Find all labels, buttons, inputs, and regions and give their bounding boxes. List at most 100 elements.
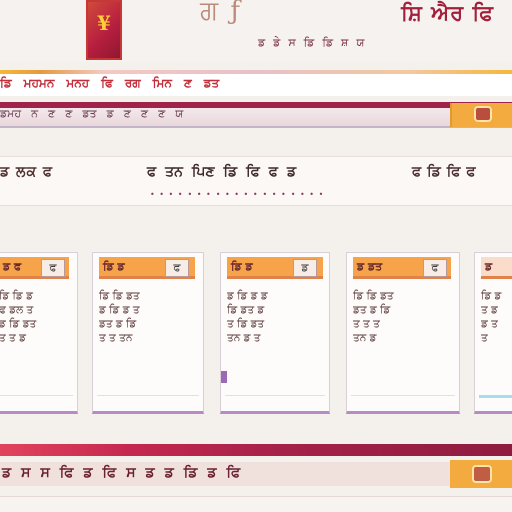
header-link[interactable]: ਡਿ [304, 36, 315, 50]
header-link[interactable]: ਯ [356, 36, 364, 50]
sub-bar-item[interactable]: ਣ [65, 107, 72, 121]
footer-item[interactable]: ਡ [207, 465, 216, 481]
card-header: ਡ ਫ [481, 257, 512, 279]
cart-icon [472, 465, 492, 483]
footer-item[interactable]: ਫਿ [60, 465, 74, 481]
card-line: ਡਿ ਡਿ ਡਤ [353, 290, 394, 302]
footer-item[interactable]: ਸ [21, 465, 30, 481]
filter-item[interactable]: ਪਿਣ [191, 164, 216, 180]
filter-right: ਫ ਡਿ ਫਿ ਫ [412, 164, 476, 180]
card-badge: ਫ [423, 259, 447, 277]
filter-dot-group: • • • • [290, 190, 325, 199]
filter-item[interactable]: ਡ [286, 164, 297, 180]
header-links: ਡ ਡੇ ਸ ਡਿ ਡਿ ਸ਼ ਯ [258, 36, 364, 50]
card-line: ਤ ਤ ਤ [353, 318, 380, 330]
card-badge: ਡ [293, 259, 317, 277]
filter-items: ਫ ਤਨ ਪਿਣ ਡਿ ਫਿ ਫ ਡ [146, 164, 297, 180]
product-card[interactable]: ਡ ਫ ਫ ਡਿ ਡਿ ਡ ਫ ਡਲ ਤ ਡ ਡਿ ਡਤ ਤ ਤ ਡ [0, 252, 78, 414]
card-line: ਤ ਡ [481, 304, 498, 316]
card-line: ਡਿ ਡਤ ਡ [227, 304, 265, 316]
header-link[interactable]: ਸ [288, 36, 295, 50]
filter-right-item[interactable]: ਫ [466, 164, 475, 180]
nav-item[interactable]: ਮਨਹ [66, 76, 89, 91]
sub-bar-item[interactable]: ਣ [48, 107, 55, 121]
filter-item[interactable]: ਫ [146, 164, 157, 180]
logo-mark: ¥ [97, 11, 111, 35]
footer-item[interactable]: ਡ [165, 465, 174, 481]
nav-item[interactable]: ਮਿਨ [153, 76, 172, 91]
sub-bar-item[interactable]: ਣ [158, 107, 165, 121]
card-line: ਤ ਤ ਡ [0, 332, 26, 344]
sub-bar-button[interactable] [450, 103, 512, 127]
header-link[interactable]: ਡ [258, 36, 265, 50]
sub-bar-item[interactable]: ਣ [124, 107, 131, 121]
product-card[interactable]: ਡਿ ਡ ਡ ਡ ਡਿ ਡ ਡ ਡਿ ਡਤ ਡ ਤ ਡਿ ਡਤ ਤਨ ਡ ਤ [220, 252, 330, 414]
filter-item[interactable]: ਫ [268, 164, 279, 180]
nav-stripe [0, 70, 512, 74]
sub-bar-item[interactable]: ਣ [141, 107, 148, 121]
card-header-label: ਡ ਫ [3, 260, 22, 273]
card-line: ਡਿ ਡਿ ਡਤ [99, 290, 140, 302]
sub-bar-item[interactable]: ਡ [107, 107, 114, 121]
filter-dots: • • • • • • • • • • • • • • • • • • • [150, 190, 324, 199]
card-footer [97, 395, 199, 405]
footer-item[interactable]: ਡਿ [184, 465, 198, 481]
card-line: ਫ ਡਲ ਤ [0, 304, 34, 316]
card-badge: ਫ [41, 259, 65, 277]
footer-button[interactable] [450, 460, 512, 488]
filter-right-item[interactable]: ਫ [412, 164, 421, 180]
sub-bar-item[interactable]: ਨ [31, 107, 38, 121]
footer-item[interactable]: ਫਿ [103, 465, 117, 481]
card-line: ਡਿ ਡਿ ਡ [0, 290, 33, 302]
card-header-label: ਡ ਡਤ [357, 260, 383, 273]
card-footer [225, 395, 325, 405]
filter-dot-group: • • • • [150, 190, 184, 199]
card-body: ਡਿ ਡਿ ਡਤ ਡ ਡਿ ਡ ਤ ਡਤ ਡ ਡਿ ਤ ਤ ਤਨ [99, 289, 197, 345]
logo[interactable]: ¥ [86, 0, 122, 60]
card-line: ਤਨ ਡ ਤ [227, 332, 261, 344]
sub-bar-items: ਡਮਹ ਨ ਣ ਣ ਡਤ ਡ ਣ ਣ ਣ ਯ [0, 107, 183, 121]
nav-item[interactable]: ਫਿ [101, 76, 113, 91]
nav-item[interactable]: ਡਤ [204, 76, 219, 91]
nav-item[interactable]: ਡਿ [0, 76, 12, 91]
filter-item[interactable]: ਡਿ [223, 164, 239, 180]
card-header-label: ਡ [485, 260, 493, 273]
footer-item[interactable]: ਫਿ [226, 465, 240, 481]
product-card[interactable]: ਡ ਡਤ ਫ ਡਿ ਡਿ ਡਤ ਡਤ ਡ ਡਿ ਤ ਤ ਤ ਤਨ ਡ [346, 252, 460, 414]
sub-bar-item[interactable]: ਡਤ [82, 107, 96, 121]
card-line: ਤ ਡਿ ਡਤ [227, 318, 265, 330]
filter-dot-group: • • • [187, 190, 212, 199]
footer-item[interactable]: ਡ [2, 465, 11, 481]
header-link[interactable]: ਡੇ [273, 36, 280, 50]
header-link[interactable]: ਸ਼ [341, 36, 348, 50]
product-card[interactable]: ਡਿ ਡ ਫ ਡਿ ਡਿ ਡਤ ਡ ਡਿ ਡ ਤ ਡਤ ਡ ਡਿ ਤ ਤ ਤਨ [92, 252, 204, 414]
filter-item[interactable]: ਤਨ [164, 164, 184, 180]
filter-dot-group: • • • • • [215, 190, 259, 199]
card-line: ਤ [481, 332, 488, 344]
nav-item[interactable]: ਮਹਮਨ [24, 76, 55, 91]
footer-item[interactable]: ਸ [126, 465, 135, 481]
footer-items: ਡ ਸ ਸ ਫਿ ਡ ਫਿ ਸ ਡ ਡ ਡਿ ਡ ਫਿ [2, 465, 240, 481]
card-line: ਡਤ ਡ ਡਿ [99, 318, 137, 330]
card-header: ਡ ਡਤ ਫ [353, 257, 451, 279]
product-card[interactable]: ਡ ਫ ਡਿ ਡ ਤ ਡ ਡ ਤ ਤ [474, 252, 512, 414]
filter-right-item[interactable]: ਡਿ [427, 164, 441, 180]
card-header: ਡਿ ਡ ਡ [227, 257, 323, 279]
sub-bar-item[interactable]: ਯ [175, 107, 183, 121]
card-body: ਡਿ ਡ ਤ ਡ ਡ ਤ ਤ [481, 289, 511, 345]
nav-item[interactable]: ਣ [184, 76, 192, 91]
header-link[interactable]: ਡਿ [322, 36, 333, 50]
footer-item[interactable]: ਡ [146, 465, 155, 481]
sub-bar-item[interactable]: ਡਮਹ [0, 107, 21, 121]
filter-item[interactable]: ਫਿ [245, 164, 261, 180]
bottom-strip [0, 496, 512, 512]
filter-label: ਡ ਲਕ ਫ [0, 164, 54, 180]
card-line: ਤ ਤ ਤਨ [99, 332, 133, 344]
footer-item[interactable]: ਡ [83, 465, 92, 481]
nav-item[interactable]: ਰਗ [125, 76, 141, 91]
filter-right-item[interactable]: ਫਿ [447, 164, 461, 180]
footer-item[interactable]: ਸ [40, 465, 49, 481]
footer-band [0, 444, 512, 456]
card-line: ਡ ਡਿ ਡ ਤ [99, 304, 140, 316]
card-line: ਡ ਡਿ ਡ ਡ [227, 290, 268, 302]
